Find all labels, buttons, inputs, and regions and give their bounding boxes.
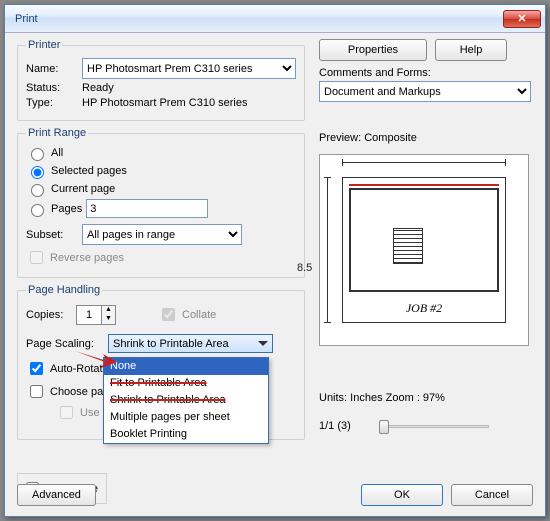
preview-height: 8.5 (297, 262, 312, 274)
annotation-arrow-icon (73, 348, 119, 368)
scaling-option-shrink[interactable]: Shrink to Printable Area (104, 392, 268, 409)
preview-units: Units: Inches Zoom : 97% (319, 392, 533, 404)
preview-label: Preview: Composite (319, 132, 533, 144)
spin-up-icon[interactable]: ▲ (101, 306, 115, 315)
chevron-down-icon (258, 341, 268, 346)
print-range-group: Print Range All Selected pages Current p… (17, 127, 305, 278)
range-pages-radio[interactable] (31, 204, 44, 217)
copies-label: Copies: (26, 309, 70, 321)
handling-legend: Page Handling (26, 284, 102, 296)
printer-name-select[interactable]: HP Photosmart Prem C310 series (82, 58, 296, 79)
range-selected[interactable]: Selected pages (26, 163, 296, 179)
page-scaling-select[interactable]: Shrink to Printable Area (108, 334, 273, 353)
page-scaling-dropdown[interactable]: None Fit to Printable Area Shrink to Pri… (103, 357, 269, 444)
reverse-pages: Reverse pages (26, 248, 296, 267)
window-title: Print (9, 13, 503, 25)
scaling-option-booklet[interactable]: Booklet Printing (104, 426, 268, 443)
scaling-option-none[interactable]: None (104, 358, 268, 375)
range-all[interactable]: All (26, 145, 296, 161)
type-label: Type: (26, 97, 76, 109)
ok-button[interactable]: OK (361, 484, 443, 506)
comments-select[interactable]: Document and Markups (319, 81, 531, 102)
range-current[interactable]: Current page (26, 181, 296, 197)
scaling-option-multi[interactable]: Multiple pages per sheet (104, 409, 268, 426)
close-icon: ✕ (517, 12, 526, 25)
close-button[interactable]: ✕ (503, 10, 541, 28)
status-label: Status: (26, 82, 76, 94)
type-value: HP Photosmart Prem C310 series (82, 97, 247, 109)
range-pages-label: Pages (51, 203, 82, 215)
preview-job: JOB #2 (343, 301, 505, 316)
status-value: Ready (82, 82, 114, 94)
pages-input[interactable] (86, 199, 208, 218)
scaling-option-fit[interactable]: Fit to Printable Area (104, 375, 268, 392)
print-dialog: Print ✕ Printer Name: HP Photosmart Prem… (4, 4, 546, 517)
printer-group: Printer Name: HP Photosmart Prem C310 se… (17, 39, 305, 121)
help-button[interactable]: Help (435, 39, 507, 61)
page-slider[interactable] (379, 418, 489, 434)
copies-spinner[interactable]: ▲▼ (76, 305, 116, 325)
name-label: Name: (26, 63, 76, 75)
comments-label: Comments and Forms: (319, 67, 533, 79)
range-legend: Print Range (26, 127, 88, 139)
preview-page: 1/1 (3) (319, 420, 351, 432)
copies-input[interactable] (77, 306, 101, 324)
preview-area: JOB #2 (319, 154, 529, 346)
properties-button[interactable]: Properties (319, 39, 427, 61)
spin-down-icon[interactable]: ▼ (101, 315, 115, 324)
printer-legend: Printer (26, 39, 62, 51)
advanced-button[interactable]: Advanced (17, 484, 96, 506)
collate-check: Collate (158, 305, 216, 324)
cancel-button[interactable]: Cancel (451, 484, 533, 506)
titlebar[interactable]: Print ✕ (5, 5, 545, 33)
subset-label: Subset: (26, 229, 76, 241)
subset-select[interactable]: All pages in range (82, 224, 242, 245)
